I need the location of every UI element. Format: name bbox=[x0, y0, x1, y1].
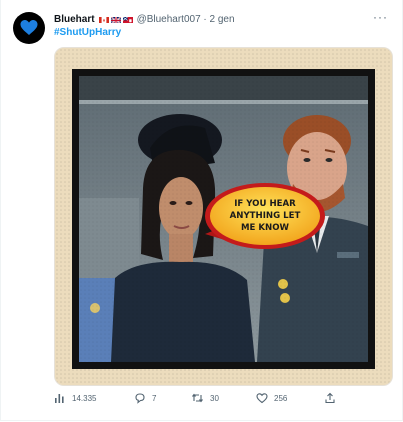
canada-flag-icon bbox=[98, 16, 109, 23]
retweet-count: 30 bbox=[210, 393, 219, 403]
retweet-action[interactable]: 30 bbox=[191, 392, 219, 404]
uk-flag-icon bbox=[110, 15, 121, 23]
author-name[interactable]: Bluehart bbox=[54, 14, 95, 25]
views-icon bbox=[55, 394, 64, 403]
avatar[interactable] bbox=[13, 12, 45, 44]
reply-action[interactable]: 7 bbox=[134, 392, 156, 404]
reply-count: 7 bbox=[152, 393, 157, 403]
speech-bubble-line-1: IF YOU HEAR bbox=[234, 199, 296, 209]
tweet-image[interactable]: IF YOU HEAR ANYTHING LET ME KNOW bbox=[54, 47, 393, 386]
like-icon bbox=[256, 393, 268, 404]
retweet-icon bbox=[192, 393, 203, 403]
blue-heart-icon bbox=[20, 20, 38, 35]
more-icon[interactable]: ··· bbox=[373, 10, 388, 24]
reply-icon bbox=[135, 393, 145, 404]
handle-and-time[interactable]: @Bluehart007 · 2 gen bbox=[137, 14, 235, 25]
share-icon bbox=[325, 392, 335, 404]
tweet-card[interactable]: Bluehart @Bluehart007 · 2 gen ··· #ShutU… bbox=[0, 0, 403, 421]
speech-bubble-line-2: ANYTHING LET bbox=[230, 211, 301, 221]
hashtag-link[interactable]: #ShutUpHarry bbox=[54, 27, 121, 38]
author-flags bbox=[98, 15, 133, 23]
comic-meme-illustration: IF YOU HEAR ANYTHING LET ME KNOW bbox=[55, 48, 392, 385]
views-count: 14.335 bbox=[72, 393, 97, 403]
tweet-actions: 14.335 7 30 256 bbox=[54, 392, 354, 408]
tweet-header: Bluehart @Bluehart007 · 2 gen bbox=[54, 10, 392, 28]
like-count: 256 bbox=[274, 393, 288, 403]
share-action[interactable] bbox=[324, 392, 336, 404]
speech-bubble-line-3: ME KNOW bbox=[241, 223, 290, 233]
like-action[interactable]: 256 bbox=[256, 392, 287, 404]
bermuda-flag-icon bbox=[122, 16, 133, 23]
views-action[interactable]: 14.335 bbox=[54, 392, 96, 404]
